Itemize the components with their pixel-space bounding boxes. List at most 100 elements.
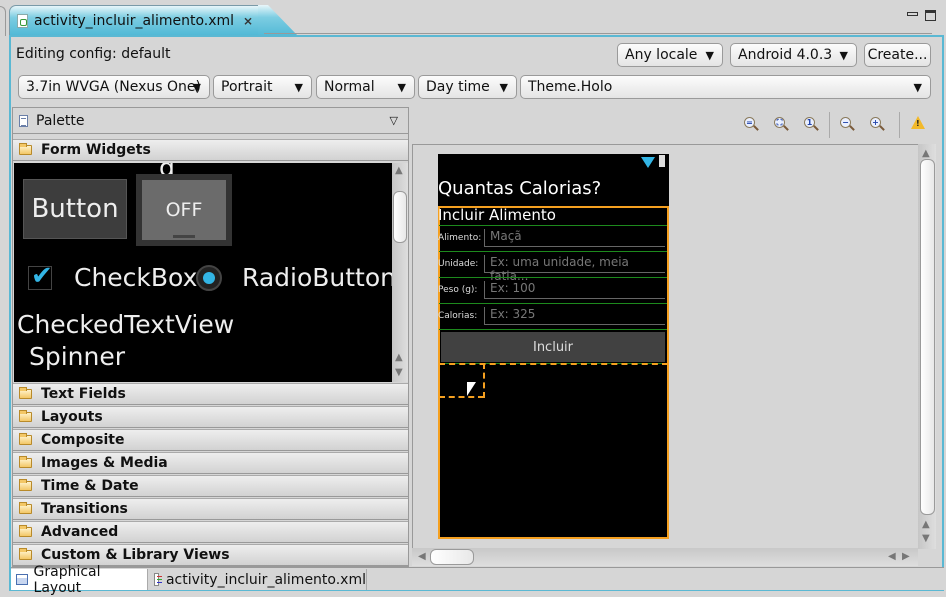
night-mode-dropdown[interactable]: Day time ▼: [418, 75, 517, 99]
dock-mode-dropdown[interactable]: Normal ▼: [316, 75, 415, 99]
form-heading[interactable]: Incluir Alimento: [438, 206, 556, 224]
category-label: Composite: [41, 432, 125, 448]
palette-header: Palette ▽: [13, 108, 408, 134]
locale-dropdown[interactable]: Any locale ▼: [617, 43, 723, 67]
device-value: 3.7in WVGA (Nexus One): [26, 79, 201, 95]
calorias-label: Calorias:: [438, 311, 478, 321]
mouse-cursor-icon: [467, 382, 476, 396]
tab-label: Graphical Layout: [33, 563, 101, 596]
zoom-real-size-icon[interactable]: =: [744, 117, 760, 133]
editor-bottom-tabs: Graphical Layout activity_incluir_alimen…: [11, 564, 944, 596]
scroll-down-icon[interactable]: ▼: [922, 533, 930, 544]
editor-tab[interactable]: activity_incluir_alimento.xml ⨯: [9, 5, 267, 35]
widget-button[interactable]: Button: [23, 179, 127, 239]
zoom-in-icon[interactable]: +: [870, 117, 886, 133]
guide-line: [439, 251, 667, 252]
palette-title: Palette: [36, 112, 85, 129]
tab-graphical-layout[interactable]: Graphical Layout: [11, 564, 148, 596]
category-time-date[interactable]: Time & Date: [13, 475, 408, 497]
widget-radio-button[interactable]: [196, 265, 222, 291]
scroll-up-icon[interactable]: ▲: [922, 519, 930, 530]
scroll-left-icon[interactable]: ◀: [418, 551, 426, 562]
alimento-label: Alimento:: [438, 233, 482, 243]
maximize-icon[interactable]: [925, 10, 936, 21]
folder-icon: [19, 479, 32, 491]
widget-checked-text-view[interactable]: CheckedTextView: [17, 310, 234, 339]
warning-icon[interactable]: !: [911, 116, 925, 129]
zoom-out-icon[interactable]: −: [840, 117, 856, 133]
device-dropdown[interactable]: 3.7in WVGA (Nexus One) ▼: [18, 75, 210, 99]
guide-line: [439, 303, 667, 304]
category-label: Transitions: [41, 501, 128, 517]
xml-file-icon: [154, 573, 162, 586]
canvas-horizontal-thumb[interactable]: [430, 549, 474, 565]
editor-tab-title: activity_incluir_alimento.xml: [34, 12, 235, 29]
category-layouts[interactable]: Layouts: [13, 406, 408, 428]
scroll-left-icon[interactable]: ◀: [888, 551, 896, 562]
category-label: Layouts: [41, 409, 103, 425]
drop-target-outline: [439, 396, 484, 398]
guide-line: [439, 277, 667, 278]
scroll-up-icon[interactable]: ▲: [922, 148, 930, 159]
zoom-100-icon[interactable]: 1: [804, 117, 820, 133]
dropdown-arrow-icon: ▼: [705, 49, 714, 62]
dropdown-arrow-icon: ▼: [839, 49, 848, 62]
canvas-horizontal-scrollbar[interactable]: ◀ ◀ ▶: [412, 548, 918, 566]
close-icon[interactable]: ⨯: [243, 14, 253, 28]
palette-menu-icon[interactable]: ▽: [390, 114, 398, 127]
tab-xml-source[interactable]: activity_incluir_alimento.xml: [149, 569, 367, 590]
toolbar-separator: [899, 112, 900, 138]
widget-spinner[interactable]: Spinner: [29, 342, 125, 371]
widget-checkbox[interactable]: ✔: [28, 261, 53, 291]
dropdown-arrow-icon: ▼: [397, 81, 406, 94]
device-screen[interactable]: Quantas Calorias? Incluir Alimento Alime…: [438, 154, 669, 539]
night-mode-value: Day time: [426, 79, 490, 95]
dropdown-arrow-icon: ▼: [499, 81, 508, 94]
orientation-dropdown[interactable]: Portrait ▼: [213, 75, 312, 99]
widget-toggle-button[interactable]: OFF: [136, 174, 232, 246]
category-label: Form Widgets: [41, 142, 151, 158]
category-images-media[interactable]: Images & Media: [13, 452, 408, 474]
category-text-fields[interactable]: Text Fields: [13, 383, 408, 405]
drop-target-outline: [483, 363, 485, 398]
widget-checkbox-label: CheckBox: [74, 263, 198, 292]
editing-config-label: Editing config: default: [16, 46, 171, 62]
minimize-icon[interactable]: [907, 12, 918, 16]
dock-mode-value: Normal: [324, 79, 375, 95]
create-config-button[interactable]: Create...: [864, 43, 931, 67]
checkmark-icon: ✔: [31, 261, 53, 291]
palette-icon: [19, 114, 28, 127]
canvas-vertical-scrollbar[interactable]: ▲ ▲ ▼: [918, 144, 936, 549]
scroll-up-icon[interactable]: ▲: [395, 352, 403, 363]
category-label: Time & Date: [41, 478, 139, 494]
folder-icon: [19, 502, 32, 514]
tab-label: activity_incluir_alimento.xml: [165, 571, 366, 588]
palette-scroll-thumb[interactable]: [393, 191, 407, 243]
category-composite[interactable]: Composite: [13, 429, 408, 451]
peso-input[interactable]: Ex: 100: [484, 281, 665, 299]
api-level-dropdown[interactable]: Android 4.0.3 ▼: [730, 43, 857, 67]
category-advanced[interactable]: Advanced: [13, 521, 408, 543]
zoom-fit-icon[interactable]: ⛶: [774, 117, 790, 133]
canvas-vertical-thumb[interactable]: [920, 159, 935, 515]
calorias-input[interactable]: Ex: 325: [484, 307, 665, 325]
guide-line: [439, 329, 667, 330]
category-transitions[interactable]: Transitions: [13, 498, 408, 520]
scroll-right-icon[interactable]: ▶: [902, 551, 910, 562]
incluir-button[interactable]: Incluir: [441, 332, 665, 362]
palette-scrollbar[interactable]: ▲ ▲ ▼: [392, 163, 408, 382]
palette-panel: Palette ▽ Form Widgets g Button OFF ✔ Ch…: [12, 107, 409, 567]
drop-target-outline: [439, 363, 668, 365]
scroll-down-icon[interactable]: ▼: [395, 367, 403, 378]
category-form-widgets[interactable]: Form Widgets: [13, 139, 408, 161]
unidade-input[interactable]: Ex: uma unidade, meia fatia...: [484, 255, 665, 283]
scroll-up-icon[interactable]: ▲: [395, 165, 403, 176]
theme-dropdown[interactable]: Theme.Holo ▼: [520, 75, 931, 99]
folder-open-icon: [19, 143, 32, 155]
alimento-input[interactable]: Maçã: [484, 229, 665, 247]
folder-icon: [19, 433, 32, 445]
orientation-value: Portrait: [221, 79, 273, 95]
folder-icon: [19, 387, 32, 399]
api-level-value: Android 4.0.3: [738, 47, 833, 63]
theme-value: Theme.Holo: [528, 79, 613, 95]
